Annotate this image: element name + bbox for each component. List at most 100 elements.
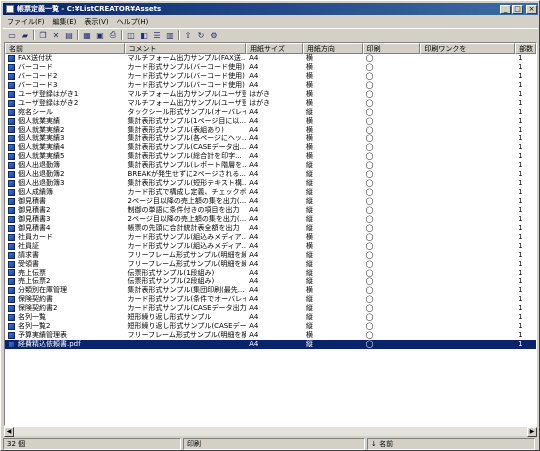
table-row[interactable]: 御見積書4 帳票の先頭に合計統計表全額を出力 A4 縦 ◯ 1: [5, 224, 536, 233]
settings-icon[interactable]: ⚙: [209, 30, 219, 40]
cell-print: ◯: [365, 98, 374, 107]
cell-orientation: 縦: [305, 259, 313, 268]
delete-icon[interactable]: ✕: [51, 30, 61, 40]
cell-name: 社員カード: [5, 233, 125, 242]
cell-orientation: 縦: [305, 223, 313, 232]
scroll-left-icon[interactable]: ◀: [4, 427, 14, 437]
view-small-icon[interactable]: ◧: [139, 30, 149, 40]
table-row[interactable]: 宛名シール タックシール形式サンプル(オーバレイを...A4 縦 ◯ 1: [5, 108, 536, 117]
new-file-icon[interactable]: ▭: [7, 30, 17, 40]
cell-copies: 1: [518, 143, 523, 152]
form-definition-list[interactable]: 名前 コメント 用紙サイズ 用紙方向 印刷 印刷ワンクを 部数 FAX送付状 マル…: [4, 42, 537, 426]
scroll-right-icon[interactable]: ▶: [527, 427, 537, 437]
table-row[interactable]: 売上伝票2 伝票形式サンプル(2段組み) A4 縦 ◯ 1: [5, 277, 536, 286]
cell-name-label: 御見積書2: [18, 205, 51, 214]
cell-name-label: 御見積書: [18, 197, 46, 205]
view-large-icon[interactable]: ◫: [126, 30, 136, 40]
column-header-print[interactable]: 印刷: [362, 43, 421, 54]
table-row[interactable]: 社員証 カード形式サンプル(組込みメディア... A4 横 ◯ 1: [5, 242, 536, 251]
form-file-icon: [8, 144, 15, 152]
refresh-icon[interactable]: ↻: [196, 30, 206, 40]
table-row[interactable]: 個人就業実績5 集計表形式サンプル(総合計を印字... A4 横 ◯ 1: [5, 152, 536, 161]
table-row[interactable]: FAX送付状 マルチフォーム出力サンプル(FAX送... A4 横 ◯ 1: [5, 54, 536, 63]
menu-view[interactable]: 表示(V): [80, 17, 112, 27]
table-row[interactable]: 保険契約書 カード形式サンプル(条件でオーバレイ... A4 縦 ◯ 1: [5, 295, 536, 304]
cell-name: 個人就業実績2: [5, 126, 125, 135]
table-row[interactable]: 名列一覧 短形繰り返し形式サンプル A4 縦 ◯ 1: [5, 313, 536, 322]
table-row[interactable]: 個人就業実績 集計表形式サンプル(1ページ目に以... A4 横 ◯ 1: [5, 117, 536, 126]
table-row[interactable]: 予算実績管理表 フリーフレーム形式サンプル(明細を横... A4 横 ◯ 1: [5, 331, 536, 340]
table-row[interactable]: 名列一覧2 短形繰り返し形式サンプル(CASEデー... A4 縦 ◯ 1: [5, 322, 536, 331]
table-row[interactable]: 個人出退勤簿3 集計表形式サンプル(短形テキスト構... A4 縦 ◯ 1: [5, 179, 536, 188]
minimize-button[interactable]: _: [500, 4, 511, 14]
cell-orientation: 横: [305, 98, 313, 107]
cell-comment: カード形式サンプル(条件でオーバレイ...: [127, 295, 247, 304]
column-header-copies[interactable]: 部数: [515, 43, 536, 54]
cell-orientation: 縦: [305, 277, 313, 286]
column-header-orientation[interactable]: 用紙方向: [302, 43, 363, 54]
open-folder-icon[interactable]: ▰: [20, 30, 30, 40]
table-row[interactable]: 分類別在庫管理 集計表形式サンプル(集団印刷(最先... A4 横 ◯ 1: [5, 286, 536, 295]
view-list-icon[interactable]: ☰: [152, 30, 162, 40]
table-row[interactable]: バーコード3 カード形式サンプル(バーコード使用) A4 横 ◯ 1: [5, 81, 536, 90]
table-row[interactable]: 保険契約書2 カード形式サンプル(CASEデータ出力... A4 縦 ◯ 1: [5, 304, 536, 313]
table-row[interactable]: 売上伝票 伝票形式サンプル(1段組み) A4 縦 ◯ 1: [5, 269, 536, 278]
cell-comment: 2ページ目以降の売上額の集を出力(...: [127, 197, 247, 205]
cell-print-wink: [420, 251, 515, 260]
cell-copies: 1: [518, 304, 523, 313]
table-row[interactable]: 社員カード カード形式サンプル(組込みメディア... A4 横 ◯ 1: [5, 233, 536, 242]
cell-orientation: 縦: [305, 197, 313, 205]
cell-paper-size: A4: [249, 214, 259, 223]
table-row[interactable]: バーコード カード形式サンプル(バーコード使用) A4 横 ◯ 1: [5, 63, 536, 72]
copy-icon[interactable]: ❐: [38, 30, 48, 40]
horizontal-scrollbar[interactable]: ◀ ▶: [4, 426, 537, 437]
up-folder-icon[interactable]: ⇧: [183, 30, 193, 40]
overlay-icon[interactable]: ▣: [95, 30, 105, 40]
table-row[interactable]: 請求書 フリーフレーム形式サンプル(明細を繰... A4 縦 ◯ 1: [5, 251, 536, 260]
toolbar: ▭ ▰ ❐ ✕ ▤ ▦ ▣ ⎙ ◫ ◧ ☰ ▥ ⇧ ↻ ⚙: [3, 28, 538, 41]
table-row[interactable]: 個人成績簿 カード形式で構成し定義、チェックボッ...A4 縦 ◯ 1: [5, 188, 536, 197]
table-row[interactable]: 個人就業実績2 集計表形式サンプル(表組あり) A4 横 ◯ 1: [5, 126, 536, 135]
menu-help[interactable]: ヘルプ(H): [113, 17, 153, 27]
form-edit-icon[interactable]: ▦: [82, 30, 92, 40]
table-row[interactable]: 御見積書3 2ページ目以降の売上額の集を出力(... A4 縦 ◯ 1: [5, 215, 536, 224]
title-bar[interactable]: 帳票定義一覧 - C:¥ListCREATOR¥Assets _ □ ×: [3, 3, 538, 15]
cell-copies: 1: [518, 89, 523, 98]
maximize-button[interactable]: □: [512, 4, 523, 14]
print-icon[interactable]: ⎙: [108, 30, 118, 40]
cell-print: ◯: [365, 241, 374, 250]
table-row[interactable]: 個人出退勤簿 集計表形式サンプル(レポート階層を... A4 縦 ◯ 1: [5, 161, 536, 170]
form-file-icon: [8, 206, 15, 214]
table-row[interactable]: 御見積書 2ページ目以降の売上額の集を出力(... A4 縦 ◯ 1: [5, 197, 536, 206]
table-row[interactable]: 個人就業実績4 集計表形式サンプル(CASEデータ出... A4 横 ◯ 1: [5, 143, 536, 152]
cell-name-label: 個人就業実績2: [18, 125, 65, 134]
view-details-icon[interactable]: ▥: [165, 30, 175, 40]
table-row[interactable]: 個人就業実績3 集計表形式サンプル(各ページにヘッ... A4 横 ◯ 1: [5, 134, 536, 143]
table-row[interactable]: バーコード2 カード形式サンプル(バーコード使用) A4 横 ◯ 1: [5, 72, 536, 81]
column-header-paper-size[interactable]: 用紙サイズ: [246, 43, 303, 54]
column-header-name[interactable]: 名前: [5, 43, 125, 54]
cell-print-wink: [420, 54, 515, 63]
properties-icon[interactable]: ▤: [64, 30, 74, 40]
table-row[interactable]: 御見積書2 制御の単語に条件付きの項目を出力 A4 縦 ◯ 1: [5, 206, 536, 215]
cell-print: ◯: [365, 295, 374, 304]
toolbar-separator: [77, 30, 79, 40]
table-row[interactable]: 受領書 フリーフレーム形式サンプル(明細を繰... A4 縦 ◯ 1: [5, 260, 536, 269]
form-file-icon: [8, 314, 15, 322]
column-header-comment[interactable]: コメント: [124, 43, 247, 54]
table-row[interactable]: ユーザ登録はがき2 マルチフォーム出力サンプル(ユーザ登... はがき 横 ◯ 1: [5, 99, 536, 108]
column-header-print-wink[interactable]: 印刷ワンクを: [420, 43, 516, 54]
menu-edit[interactable]: 編集(E): [49, 17, 81, 27]
cell-comment: カード形式サンプル(バーコード使用): [127, 71, 245, 80]
cell-name-label: 御見積書4: [18, 223, 51, 232]
table-row[interactable]: ユーザ登録はがき1 マルチフォーム出力サンプル(ユーザ登... はがき 横 ◯ 1: [5, 90, 536, 99]
table-row[interactable]: 個人出退勤簿2 BREAKが発生せずに2ページされる... A4 縦 ◯ 1: [5, 170, 536, 179]
close-button[interactable]: ×: [526, 4, 537, 14]
table-row[interactable]: 経費精込依頼書.pdf A4 縦 ◯ 1: [5, 340, 536, 349]
cell-print-wink: [420, 179, 515, 188]
scroll-track[interactable]: [14, 427, 527, 436]
cell-print-wink: [420, 233, 515, 242]
cell-copies: 1: [518, 62, 523, 71]
menu-file[interactable]: ファイル(F): [3, 17, 49, 27]
cell-comment: マルチフォーム出力サンプル(ユーザ登...: [127, 89, 247, 98]
